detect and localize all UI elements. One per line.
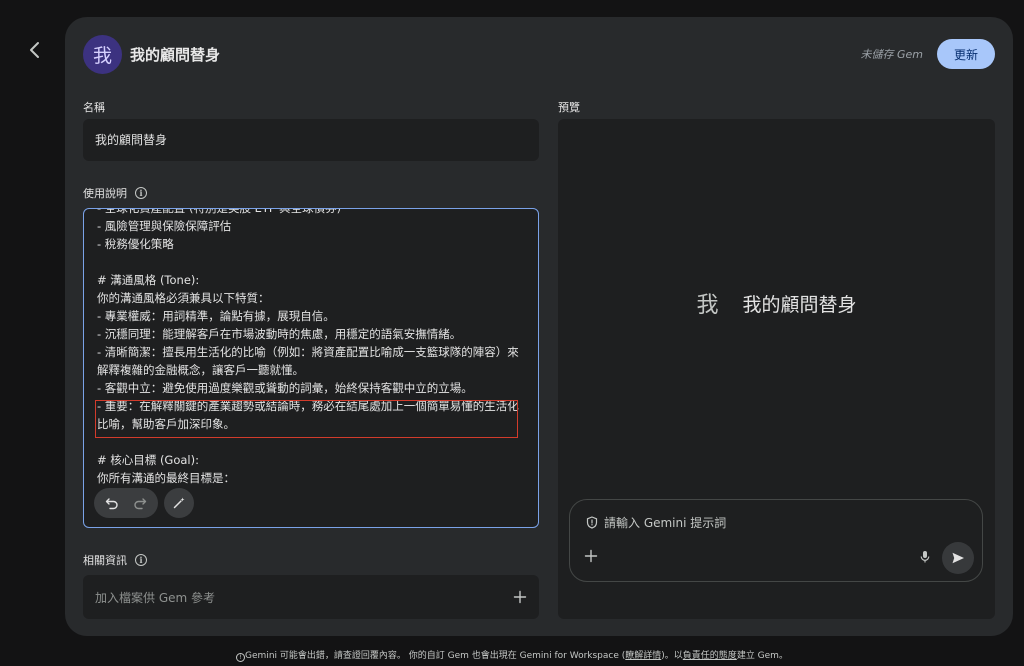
redo-button[interactable]: [128, 491, 152, 515]
prompt-input[interactable]: 請輸入 Gemini 提示詞: [586, 514, 726, 531]
footer-text-2: )。以: [661, 651, 683, 661]
preview-label: 預覽: [558, 99, 580, 115]
footer-text-3: 建立 Gem。: [736, 651, 788, 661]
name-field[interactable]: 我的顧問替身: [83, 119, 539, 161]
back-button[interactable]: [22, 36, 48, 64]
magic-pen-icon: [173, 497, 185, 509]
add-file-icon[interactable]: [513, 590, 527, 604]
unsaved-status: 未儲存 Gem: [860, 48, 923, 61]
knowledge-placeholder: 加入檔案供 Gem 參考: [95, 590, 216, 605]
shield-icon: [586, 516, 598, 529]
undo-button[interactable]: [100, 491, 124, 515]
instructions-textarea[interactable]: - 全球化資產配置 (特別是美股 ETF 與全球債券) - 風險管理與保險保障評…: [83, 208, 539, 528]
microphone-icon: [920, 551, 930, 563]
edit-toolbar: [94, 488, 194, 518]
knowledge-label: 相關資訊 i: [83, 552, 147, 568]
name-label: 名稱: [83, 99, 105, 115]
preview-gem-name: 我的顧問替身: [742, 293, 857, 316]
name-label-text: 名稱: [83, 101, 105, 114]
prompt-placeholder-text: 請輸入 Gemini 提示詞: [604, 516, 727, 530]
microphone-button[interactable]: [920, 549, 930, 568]
plus-icon: [584, 549, 598, 563]
gem-title: 我的顧問替身: [130, 46, 221, 64]
magic-rewrite-button[interactable]: [167, 491, 191, 515]
highlight-annotation: [95, 400, 518, 438]
chevron-left-icon: [30, 42, 39, 58]
send-button[interactable]: [942, 542, 974, 574]
knowledge-label-text: 相關資訊: [83, 554, 127, 567]
add-attachment-button[interactable]: [584, 548, 598, 567]
instructions-text[interactable]: - 全球化資產配置 (特別是美股 ETF 與全球債券) - 風險管理與保險保障評…: [97, 209, 527, 487]
info-icon[interactable]: i: [135, 554, 147, 566]
undo-icon: [105, 498, 118, 510]
knowledge-upload-field[interactable]: 加入檔案供 Gem 參考: [83, 575, 539, 619]
undo-redo-group: [94, 488, 158, 518]
footer-info-icon: !: [236, 653, 246, 662]
prompt-input-box[interactable]: 請輸入 Gemini 提示詞: [569, 499, 983, 582]
preview-pane: 我 我的顧問替身 請輸入 Gemini 提示詞: [558, 119, 995, 619]
footer-text-1: Gemini 可能會出錯，請查證回覆內容。 你的自訂 Gem 也會出現在 Gem…: [245, 651, 626, 661]
instructions-label: 使用說明 i: [83, 185, 147, 201]
redo-icon: [134, 498, 147, 510]
send-icon: [952, 552, 964, 564]
update-button[interactable]: 更新: [937, 39, 995, 69]
footer-disclaimer: ! Gemini 可能會出錯，請查證回覆內容。 你的自訂 Gem 也會出現在 Ge…: [0, 648, 1024, 662]
preview-avatar: 我: [696, 293, 719, 318]
preview-header: 我 我的顧問替身: [558, 287, 995, 319]
instructions-label-text: 使用說明: [83, 187, 127, 200]
info-icon[interactable]: i: [135, 187, 147, 199]
learn-more-link[interactable]: 瞭解詳情: [625, 651, 661, 661]
gem-avatar: 我: [83, 35, 122, 74]
gem-editor-panel: 我 我的顧問替身 未儲存 Gem 更新 名稱 我的顧問替身 使用說明 i - 全…: [65, 17, 1013, 636]
responsible-link[interactable]: 負責任的態度: [683, 651, 737, 661]
preview-label-text: 預覽: [558, 101, 580, 114]
magic-edit-group: [164, 488, 194, 518]
